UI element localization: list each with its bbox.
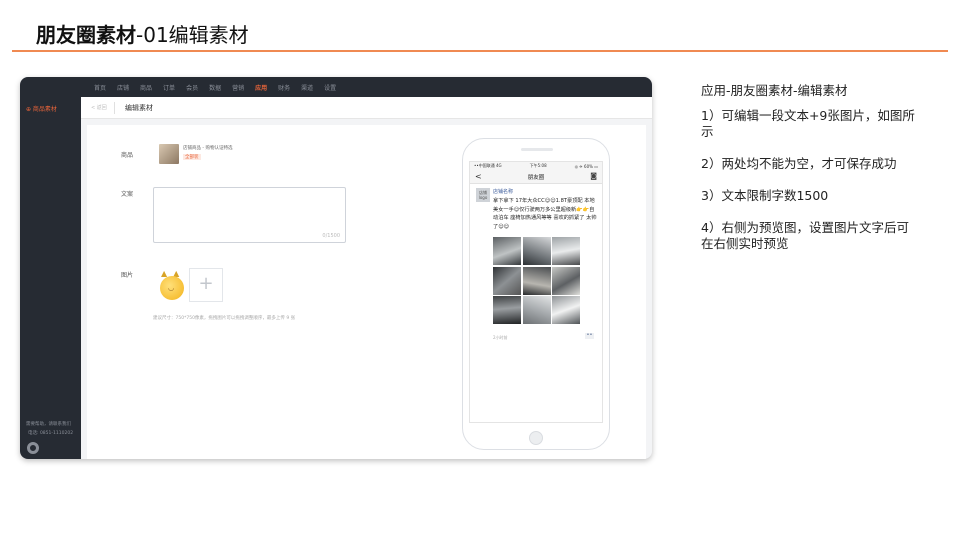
note-item: 3）文本限制字数1500 — [701, 188, 829, 203]
sticker-face-icon: ◡ — [168, 284, 175, 292]
shop-logo: 店铺 logo — [476, 188, 490, 202]
back-link[interactable]: < 返回 — [91, 104, 107, 111]
phone-home-button — [529, 431, 543, 445]
image-label: 图片 — [121, 272, 134, 279]
phone-preview: ••中国联通 4G 下午5:08 ◎ ✈ 60% ▭ < 朋友圈 ◙ 店铺 lo… — [462, 138, 610, 450]
text-label: 文案 — [121, 191, 134, 198]
car-photo — [493, 237, 521, 265]
top-nav-item[interactable]: 财务 — [278, 83, 290, 92]
top-nav-menu: 首页 店铺 商品 订单 会员 数据 营销 应用 财务 渠道 设置 — [94, 77, 347, 97]
note-item: 4）右侧为预览图，设置图片文字后可在右侧实时预览 — [701, 220, 909, 251]
goods-thumbnail — [159, 144, 179, 164]
uploaded-image-thumbnail[interactable]: ▲▲ ◡ — [155, 268, 189, 302]
image-hint: 建议尺寸：750*750像素，拖拽图片可以拖拽调整顺序，最多上传 9 张 — [153, 316, 296, 321]
carrier-text: ••中国联通 4G — [474, 163, 502, 168]
help-circle-icon[interactable] — [27, 442, 39, 454]
car-photo — [552, 266, 580, 295]
top-nav-item[interactable]: 订单 — [163, 83, 175, 92]
phone-status-bar: ••中国联通 4G 下午5:08 ◎ ✈ 60% ▭ — [470, 162, 602, 170]
post-more-button: •• — [585, 332, 594, 339]
breadcrumb: < 返回 编辑素材 — [81, 97, 652, 119]
car-photo — [522, 266, 551, 295]
top-nav-item[interactable]: 数据 — [209, 83, 221, 92]
sidebar: ⊕ 商品素材 需要帮助，请联系我们 电话: 0851-1110202 — [20, 97, 81, 459]
add-image-button[interactable]: + — [189, 268, 223, 302]
sidebar-help-text: 需要帮助，请联系我们 — [26, 422, 71, 427]
sidebar-item-goods-material[interactable]: ⊕ 商品素材 — [26, 104, 57, 113]
car-photo — [522, 237, 551, 265]
sidebar-phone-text: 电话: 0851-1110202 — [28, 431, 74, 436]
slide-title-bold: 朋友圈素材 — [36, 23, 136, 47]
post-text: 拿下拿下 17年大众CC😊😊1.8T豪顶配 本地美女一手😊仅行驶两万多公里超级新… — [493, 198, 597, 230]
car-photo — [493, 266, 521, 295]
breadcrumb-divider — [114, 102, 115, 114]
notes-heading: 应用-朋友圈素材-编辑素材 — [701, 83, 848, 98]
goods-label: 商品 — [121, 152, 134, 159]
car-photo — [552, 237, 580, 265]
top-nav-item[interactable]: 店铺 — [117, 83, 129, 92]
top-nav-item[interactable]: 营销 — [232, 83, 244, 92]
char-counter: 0/1500 — [322, 233, 340, 239]
goods-name: 店铺商品 - 购物认证特选 — [183, 146, 233, 151]
slide-title-rest: -01编辑素材 — [136, 23, 249, 47]
shop-name: 店铺名称 — [493, 189, 514, 195]
admin-screenshot: 首页 店铺 商品 订单 会员 数据 营销 应用 财务 渠道 设置 ⊕ 商品素材 … — [20, 77, 652, 459]
copy-textarea[interactable]: 0/1500 — [153, 187, 346, 243]
status-time: 下午5:08 — [529, 163, 547, 168]
notes-panel: 应用-朋友圈素材-编辑素材 1）可编辑一段文本+9张图片，如图所示 2）两处均不… — [701, 83, 916, 268]
slide: 朋友圈素材-01编辑素材 首页 店铺 商品 订单 会员 数据 营销 应用 财务 … — [0, 0, 960, 540]
top-nav-item[interactable]: 会员 — [186, 83, 198, 92]
top-navigation-bar: 首页 店铺 商品 订单 会员 数据 营销 应用 财务 渠道 设置 — [20, 77, 652, 97]
moments-navbar: < 朋友圈 ◙ — [470, 170, 602, 184]
car-photo — [552, 296, 580, 324]
top-nav-item[interactable]: 渠道 — [301, 83, 313, 92]
main-content: < 返回 编辑素材 商品 店铺商品 - 购物认证特选 全部装 文案 0/1500… — [81, 97, 652, 459]
moments-title: 朋友圈 — [527, 175, 545, 181]
title-divider — [12, 50, 948, 52]
goods-tag-badge: 全部装 — [183, 154, 201, 160]
status-icons: ◎ ✈ 60% ▭ — [574, 163, 598, 169]
top-nav-item[interactable]: 首页 — [94, 83, 106, 92]
phone-screen: ••中国联通 4G 下午5:08 ◎ ✈ 60% ▭ < 朋友圈 ◙ 店铺 lo… — [469, 161, 603, 423]
page-title: 编辑素材 — [125, 104, 153, 112]
car-photo — [522, 296, 551, 324]
note-item: 2）两处均不能为空，才可保存成功 — [701, 156, 897, 171]
note-item: 1）可编辑一段文本+9张图片，如图所示 — [701, 108, 915, 139]
phone-speaker — [521, 148, 553, 151]
top-nav-item[interactable]: 设置 — [324, 83, 336, 92]
post-time: 2小时前 — [493, 335, 508, 340]
camera-icon: ◙ — [590, 172, 597, 180]
car-photo — [493, 296, 521, 324]
slide-title: 朋友圈素材-01编辑素材 — [36, 19, 249, 48]
edit-panel: 商品 店铺商品 - 购物认证特选 全部装 文案 0/1500 图片 ▲▲ ◡ +… — [87, 125, 646, 459]
top-nav-item-active[interactable]: 应用 — [255, 83, 267, 92]
photo-grid — [493, 237, 580, 324]
top-nav-item[interactable]: 商品 — [140, 83, 152, 92]
